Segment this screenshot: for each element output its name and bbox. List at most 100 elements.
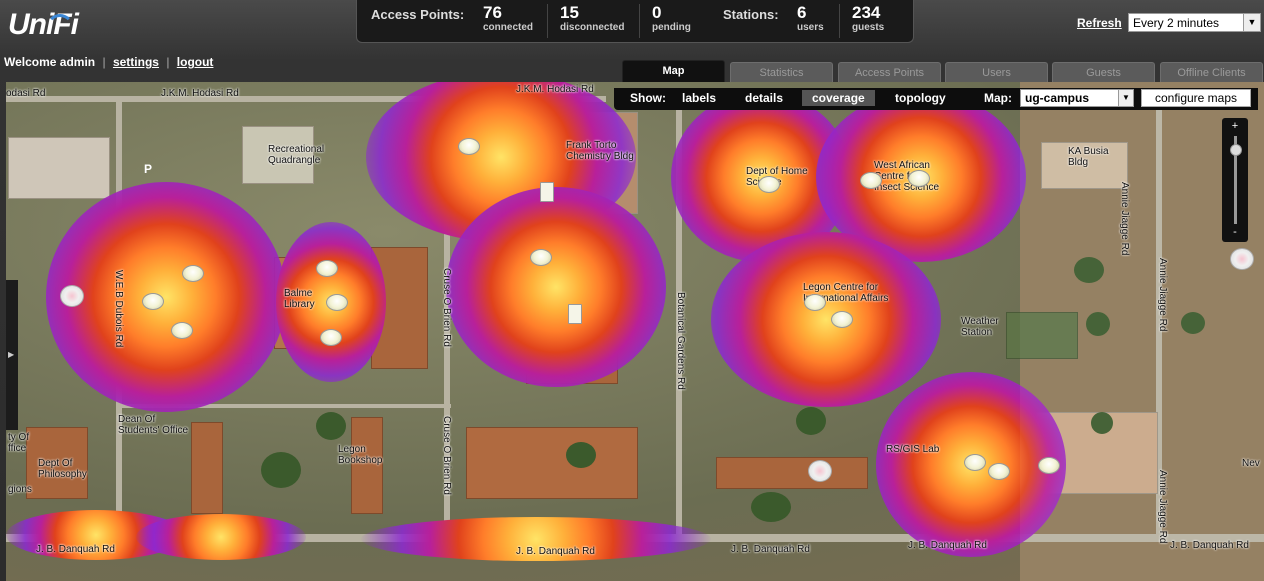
road-label: Cruse O Brien Rd (441, 268, 452, 347)
show-coverage-option[interactable]: coverage (802, 90, 875, 106)
tab-statistics[interactable]: Statistics (730, 62, 833, 82)
welcome-text: Welcome admin (4, 55, 96, 69)
chevron-down-icon: ▼ (1243, 14, 1260, 31)
separator: | (102, 55, 106, 69)
tree (796, 407, 826, 435)
place-label: ty Of ffice (8, 432, 30, 454)
refresh-link[interactable]: Refresh (1077, 16, 1122, 30)
stats-panel: Access Points: 76 connected 15 disconnec… (356, 0, 914, 43)
campus-map[interactable]: odasi Rd J.K.M. Hodasi Rd J.K.M. Hodasi … (6, 82, 1264, 581)
parking-icon: P (144, 162, 153, 176)
stat-guests: 234 guests (852, 3, 884, 33)
access-point-icon[interactable] (860, 172, 882, 189)
map-toolbar: Show: labels details coverage topology M… (614, 88, 1258, 110)
settings-link[interactable]: settings (113, 55, 159, 69)
map-label: Map: (984, 91, 1012, 105)
side-panel-toggle[interactable]: ▶ (6, 280, 18, 430)
place-label: Dept Of Philosophy (38, 458, 87, 480)
access-points-label: Access Points: (371, 7, 465, 22)
tree (261, 452, 301, 488)
tree (751, 492, 791, 522)
access-point-icon[interactable] (831, 311, 853, 328)
zoom-in-button[interactable]: + (1222, 120, 1248, 132)
chevron-right-icon: ▶ (8, 350, 15, 359)
coverage-heat (136, 514, 306, 560)
place-label: Dean Of Students' Office (118, 414, 189, 436)
access-point-icon[interactable] (804, 294, 826, 311)
road-label: odasi Rd (6, 88, 46, 99)
access-point-icon[interactable] (530, 249, 552, 266)
stat-users: 6 users (797, 3, 824, 33)
access-point-icon[interactable] (1038, 457, 1060, 474)
disconnected-count: 15 (560, 3, 579, 22)
logout-link[interactable]: logout (177, 55, 214, 69)
coverage-heat (446, 187, 666, 387)
access-point-icon[interactable] (458, 138, 480, 155)
place-label: gions (8, 484, 32, 495)
connected-count: 76 (483, 3, 502, 22)
zoom-slider-handle[interactable] (1230, 143, 1242, 156)
access-point-icon[interactable] (908, 170, 930, 187)
place-label: Legon Bookshop (338, 444, 383, 466)
place-label: KA Busia Bldg (1068, 146, 1109, 168)
refresh-interval-value: Every 2 minutes (1133, 16, 1220, 30)
tree (566, 442, 596, 468)
disconnected-label: disconnected (560, 22, 625, 33)
disconnected-access-point-icon[interactable] (60, 285, 84, 307)
road-label: J. B. Danquah Rd (36, 544, 115, 555)
access-point-icon[interactable] (182, 265, 204, 282)
show-details-option[interactable]: details (745, 91, 783, 105)
road-label: Botanical Gardens Rd (675, 292, 686, 390)
access-point-icon[interactable] (964, 454, 986, 471)
road-label: J. B. Danquah Rd (731, 544, 810, 555)
road-label: Cruse O Brien Rd (441, 416, 452, 495)
stat-pending: 0 pending (652, 3, 691, 33)
place-label: Recreational Quadrangle (268, 144, 325, 166)
tab-map[interactable]: Map (622, 60, 725, 82)
tab-access-points[interactable]: Access Points (838, 62, 941, 82)
map-select-value: ug-campus (1025, 91, 1090, 105)
building (191, 422, 223, 514)
pending-count: 0 (652, 3, 662, 22)
building (716, 457, 868, 489)
show-label: Show: (630, 91, 666, 105)
place-label: RS/GIS Lab (886, 444, 940, 455)
disconnected-access-point-icon[interactable] (1230, 248, 1254, 270)
road-label: J. B. Danquah Rd (1170, 540, 1249, 551)
users-label: users (797, 22, 824, 33)
tab-guests[interactable]: Guests (1052, 62, 1155, 82)
access-point-icon[interactable] (568, 304, 582, 324)
separator: | (166, 55, 170, 69)
stat-disconnected: 15 disconnected (560, 3, 624, 33)
tab-users[interactable]: Users (945, 62, 1048, 82)
access-point-icon[interactable] (320, 329, 342, 346)
place-label: Weather Station (961, 316, 999, 338)
unifi-logo: UniFi (8, 8, 79, 42)
tree (316, 412, 346, 440)
road-label: J.K.M. Hodasi Rd (161, 88, 239, 99)
pending-label: pending (652, 22, 691, 33)
zoom-out-button[interactable]: - (1222, 226, 1248, 238)
disconnected-access-point-icon[interactable] (808, 460, 832, 482)
access-point-icon[interactable] (316, 260, 338, 277)
stat-connected: 76 connected (483, 3, 533, 33)
access-point-icon[interactable] (326, 294, 348, 311)
chevron-down-icon: ▼ (1118, 90, 1133, 106)
zoom-control: + - (1222, 118, 1248, 242)
map-frame: odasi Rd J.K.M. Hodasi Rd J.K.M. Hodasi … (6, 82, 1264, 581)
map-select[interactable]: ug-campus ▼ (1020, 89, 1134, 107)
show-topology-option[interactable]: topology (895, 91, 946, 105)
road-label: J. B. Danquah Rd (516, 546, 595, 557)
access-point-icon[interactable] (171, 322, 193, 339)
show-labels-option[interactable]: labels (682, 91, 716, 105)
building (8, 137, 110, 199)
access-point-icon[interactable] (758, 176, 780, 193)
tab-offline-clients[interactable]: Offline Clients (1160, 62, 1263, 82)
access-point-icon[interactable] (988, 463, 1010, 480)
coverage-heat (711, 232, 941, 407)
access-point-icon[interactable] (540, 182, 554, 202)
refresh-interval-select[interactable]: Every 2 minutes ▼ (1128, 13, 1261, 32)
configure-maps-button[interactable]: configure maps (1141, 89, 1251, 107)
access-point-icon[interactable] (142, 293, 164, 310)
road-label: Annie Jiagge Rd (1157, 470, 1168, 544)
